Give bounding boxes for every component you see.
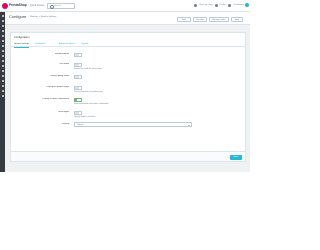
manage-hooks-button[interactable]: Manage hooks [209,16,229,22]
product-page-label: Display on product page [46,86,69,88]
logs-icon[interactable] [1,90,4,92]
international-icon[interactable] [1,65,4,67]
stats-icon[interactable] [1,40,4,42]
extra-icon[interactable] [1,95,4,97]
switch-knob [75,75,79,79]
payment-icon[interactable] [1,60,4,62]
settings-icon[interactable] [1,70,4,72]
tab-advanced-options[interactable]: Advanced options [59,41,76,47]
show-logos-label: Show logos [58,111,69,113]
prestashop-logo-icon[interactable] [2,3,8,9]
save-button[interactable]: Save [230,154,242,160]
sidebar [0,12,5,172]
view-shop-link[interactable]: View my shop [199,3,213,8]
back-button[interactable]: Back [177,16,191,22]
tab-information[interactable]: Information [35,41,45,47]
live-mode-switch[interactable] [74,62,82,67]
position-select[interactable]: Default [74,122,192,127]
configuration-panel: Configuration General settings Informati… [10,32,246,162]
position-label: Position [61,123,69,125]
marketing-icon[interactable] [1,80,4,82]
modules-icon[interactable] [1,45,4,47]
help-icon[interactable] [1,85,4,87]
cart-icon [214,4,218,7]
switch-knob [77,98,81,102]
help-button[interactable]: Help [231,16,243,22]
enable-module-switch[interactable] [74,52,82,57]
live-mode-label: Live mode [59,63,69,65]
page-title: Configure [9,13,27,19]
quick-access-menu[interactable]: Quick Access [30,3,44,8]
switch-knob [75,86,79,90]
show-logos-help: Display logos in checkout [74,115,96,118]
switch-knob [75,53,79,57]
avatar[interactable] [245,3,249,7]
breadcrumb[interactable]: Modules > Module Settings [30,15,56,20]
catalog-icon[interactable] [1,25,4,27]
product-page-help: Show information on product page [74,90,103,93]
live-mode-help: Enable live mode for transactions [74,67,102,70]
brand-name[interactable]: PrestaShop [9,3,27,8]
orders-link[interactable]: Orders [220,3,227,8]
switch-knob [75,111,79,115]
panel-footer: Save [11,151,245,161]
advanced-icon[interactable] [1,75,4,77]
top-bar: PrestaShop Quick Access Search View my s… [0,0,250,12]
user-icon [228,4,232,7]
product-page-switch[interactable] [74,85,82,90]
position-select-value: Default [77,124,84,126]
order-confirmation-help: Show information after order confirmatio… [74,102,109,105]
panel-heading: Configuration [14,36,30,39]
top-right-links: View my shop Orders Customers [194,3,244,8]
customers-icon[interactable] [1,30,4,32]
order-confirmation-label: Display in order confirmation [42,98,69,100]
design-icon[interactable] [1,50,4,52]
shop-icon [194,4,198,7]
tab-support[interactable]: Support [81,41,88,47]
search-input[interactable]: Search [47,2,75,9]
app-frame: PrestaShop Quick Access Search View my s… [0,0,250,172]
customers-link[interactable]: Customers [233,3,244,8]
debug-mode-label: Enable debug mode [50,75,69,77]
messages-icon[interactable] [1,35,4,37]
translate-button[interactable]: Translate [193,16,207,22]
debug-mode-switch[interactable] [74,74,82,79]
shipping-icon[interactable] [1,55,4,57]
chevron-down-icon [187,124,190,126]
switch-knob [75,63,79,67]
show-logos-switch[interactable] [74,110,82,115]
config-tabs: General settings Information Advanced op… [11,41,245,48]
enable-module-label: Enable module [55,53,69,55]
orders-icon[interactable] [1,20,4,22]
search-placeholder: Search [54,4,61,7]
tab-general-settings[interactable]: General settings [14,41,30,48]
dashboard-icon[interactable] [1,15,4,17]
page-header: Configure Modules > Module Settings Back… [5,12,250,25]
order-confirmation-switch[interactable] [74,97,82,102]
